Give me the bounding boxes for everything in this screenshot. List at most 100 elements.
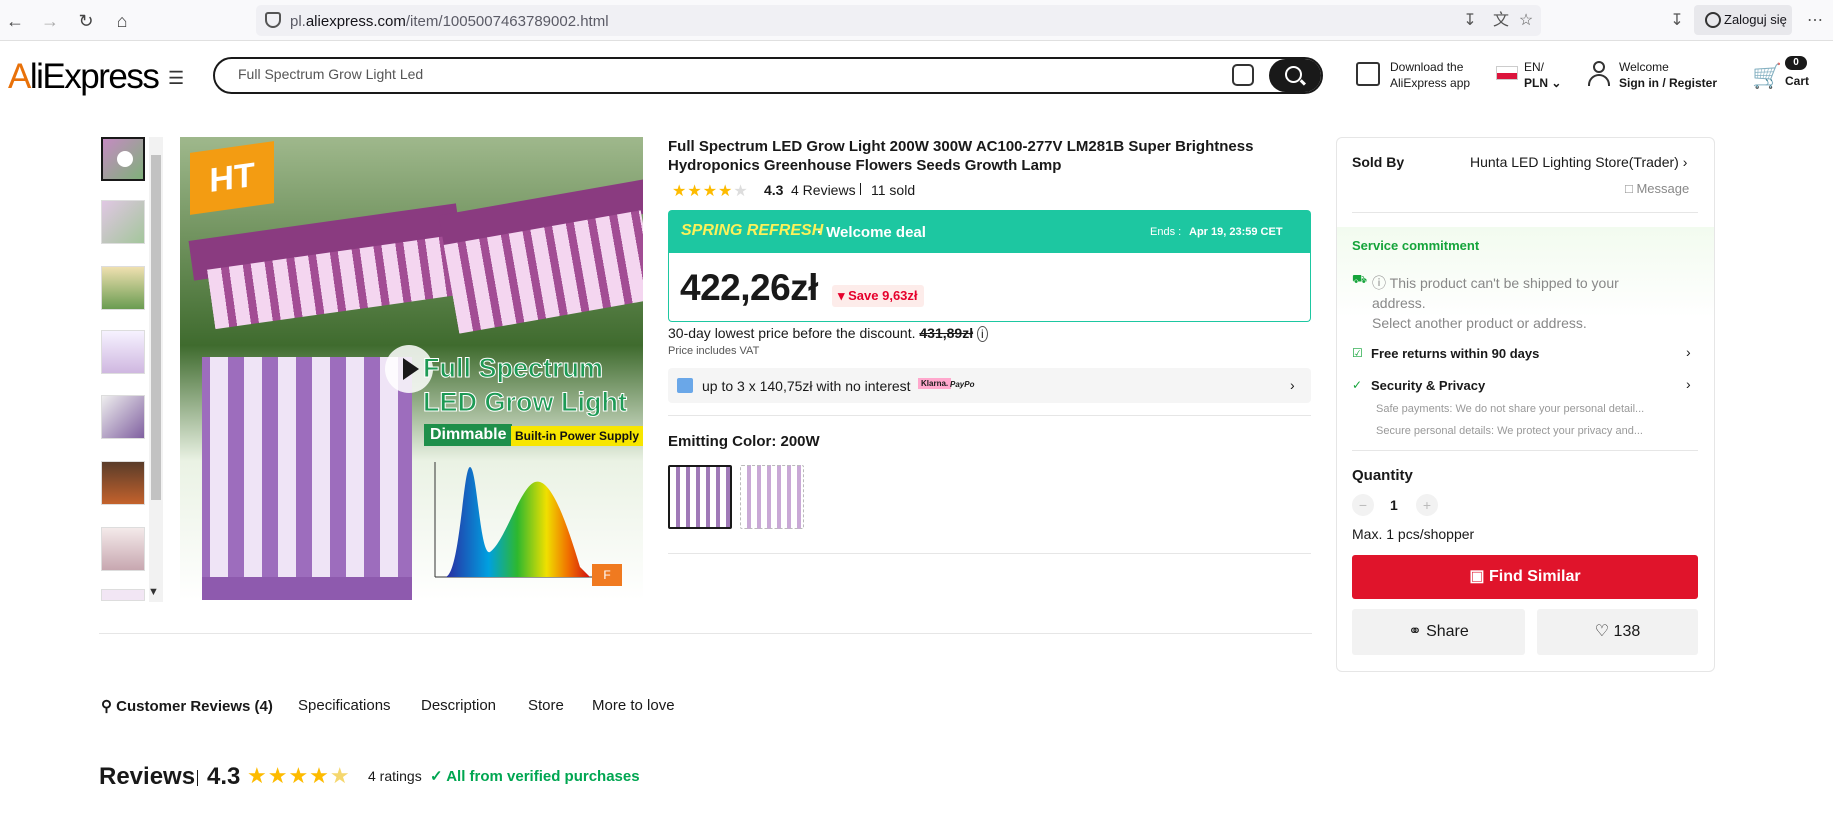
tab-customer-reviews[interactable]: ⚲ Customer Reviews (4) [101,697,273,715]
tab-description[interactable]: Description [421,697,496,714]
reviews-score: 4.3 [207,763,241,790]
heart-icon: ♡ [1594,623,1610,640]
shipping-warning: ⓘ This product can't be shipped to your a… [1372,275,1619,331]
color-label: Emitting Color: 200W [668,433,820,450]
thumbnail-4[interactable] [101,330,145,374]
divider [1352,212,1698,213]
divider [668,553,1311,554]
safe-payments-text: Safe payments: We do not share your pers… [1376,403,1645,415]
download-app-link[interactable]: Download the AliExpress app [1390,59,1470,91]
bookmark-star-icon[interactable]: ☆ [1516,11,1536,31]
energy-label-badge: F [592,564,622,586]
back-icon[interactable]: ← [4,10,26,32]
divider [197,770,198,786]
language-currency-selector[interactable]: EN/PLN ⌄ [1524,59,1561,91]
power-supply-badge: Built-in Power Supply [511,426,643,446]
divider [668,415,1311,416]
thumbnail-scroll-thumb[interactable] [151,155,161,500]
image-overlay-line1: Full Spectrum [422,353,604,384]
thumbnail-1[interactable] [101,137,145,181]
brand-logo: HT [190,141,274,215]
downloads-icon[interactable]: ↧ [1667,11,1687,31]
poland-flag-icon[interactable] [1496,66,1518,80]
thumbnail-6[interactable] [101,461,145,505]
quantity-increase-button[interactable]: + [1416,494,1438,516]
max-quantity-note: Max. 1 pcs/shopper [1352,526,1475,542]
thumb-scroll-down-icon[interactable]: ▼ [148,586,159,598]
home-icon[interactable]: ⌂ [111,10,133,32]
thumbnail-7[interactable] [101,527,145,571]
tab-store[interactable]: Store [528,697,564,714]
color-option-300w[interactable] [740,465,804,529]
menu-icon[interactable]: ⋯ [1805,11,1825,31]
lowest-price: 431,89zł [919,325,974,341]
thumbnail-8[interactable] [101,589,145,601]
find-similar-button[interactable]: ▣ Find Similar [1352,555,1698,599]
store-link[interactable]: Hunta LED Lighting Store(Trader) › [1470,154,1687,170]
quantity-value[interactable]: 1 [1390,497,1398,513]
chevron-right-icon[interactable]: › [1686,376,1691,392]
tab-specifications[interactable]: Specifications [298,697,391,714]
share-button[interactable]: ⚭ Share [1352,609,1525,655]
cart-icon[interactable]: 🛒 [1752,62,1782,91]
reviews-link[interactable]: 4 Reviews [791,182,856,198]
message-button[interactable]: □ Message [1625,181,1689,196]
quantity-label: Quantity [1352,467,1413,484]
rating-stars[interactable]: ★★★★★ [672,181,749,201]
free-returns-link[interactable]: Free returns within 90 days [1371,346,1539,361]
image-overlay-line2: LED Grow Light [423,387,628,418]
tab-more-to-love[interactable]: More to love [592,697,675,714]
vat-note: Price includes VAT [668,345,760,357]
hamburger-icon[interactable]: ☰ [168,68,184,89]
divider [860,183,861,195]
verified-purchases: ✓ All from verified purchases [430,768,640,785]
reviews-stars: ★★★★★ [247,763,351,788]
security-shield-icon: ✓ [1352,378,1363,392]
deal-ends-label: Ends : [1150,226,1182,238]
ratings-count: 4 ratings [368,768,422,784]
find-similar-icon: ▣ [1469,568,1485,585]
klarna-logo: Klarna. [918,378,952,389]
save-badge: ▾ Save 9,63zł [832,285,924,307]
thumbnail-2[interactable] [101,200,145,244]
shield-icon[interactable] [265,12,281,28]
product-title: Full Spectrum LED Grow Light 200W 300W A… [668,138,1254,174]
main-product-image[interactable]: HT Full Spectrum LED Grow Light Dimmable… [180,137,643,600]
signin-link[interactable]: Welcome Sign in / Register [1619,59,1717,91]
wishlist-button[interactable]: ♡ 138 [1537,609,1698,655]
dimmable-badge: Dimmable [424,424,513,446]
forward-icon[interactable]: → [39,10,61,32]
info-icon[interactable]: i [976,326,988,342]
save-page-icon[interactable]: ↧ [1460,11,1480,31]
chevron-right-icon[interactable]: › [1686,344,1691,360]
truck-icon: ⛟ [1352,272,1368,286]
cart-label[interactable]: Cart [1785,73,1809,89]
current-price: 422,26zł [680,267,818,308]
deal-subtitle: Welcome deal [826,224,926,241]
share-icon: ⚭ [1408,623,1422,640]
secure-details-text: Secure personal details: We protect your… [1376,425,1643,437]
reload-icon[interactable]: ↻ [75,10,97,32]
installments-text: up to 3 x 140,75zł with no interest [702,378,911,394]
sold-count: 11 sold [871,182,916,198]
camera-search-icon[interactable] [1232,64,1254,86]
translate-icon[interactable]: 文 [1491,11,1511,31]
quantity-decrease-button[interactable]: − [1352,494,1374,516]
search-text[interactable]: Full Spectrum Grow Light Led [238,66,423,82]
returns-icon: ☑ [1352,346,1363,360]
cart-count-badge: 0 [1785,56,1807,70]
color-option-200w[interactable] [668,465,732,529]
security-privacy-link[interactable]: Security & Privacy [1371,378,1485,393]
user-icon[interactable] [1588,61,1610,87]
chevron-right-icon[interactable]: › [1290,377,1295,393]
search-button[interactable] [1269,59,1321,92]
service-section [1337,227,1714,452]
lowest-price-note: 30-day lowest price before the discount.… [668,325,988,342]
installment-icon [677,378,693,393]
url-text[interactable]: pl.aliexpress.com/item/1005007463789002.… [290,13,609,30]
divider [99,633,1312,634]
thumbnail-3[interactable] [101,266,145,310]
qr-code-icon[interactable] [1356,62,1380,86]
aliexpress-logo[interactable]: AliExpress [8,57,160,97]
thumbnail-5[interactable] [101,395,145,439]
